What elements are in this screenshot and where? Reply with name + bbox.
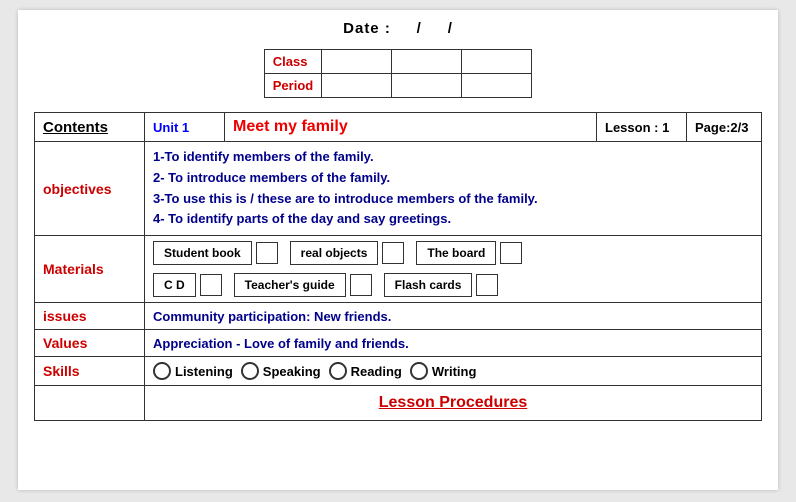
- student-book-checkbox[interactable]: [256, 242, 278, 264]
- objective-line-4: 4- To identify parts of the day and say …: [153, 209, 753, 230]
- material-real-objects: real objects: [290, 241, 405, 265]
- values-text: Appreciation - Love of family and friend…: [153, 336, 409, 351]
- class-val2[interactable]: [392, 50, 462, 74]
- skills-content: Listening Speaking Reading Writing: [153, 362, 753, 380]
- listening-label: Listening: [175, 364, 233, 379]
- cd-box: C D: [153, 273, 196, 297]
- speaking-label: Speaking: [263, 364, 321, 379]
- material-student-book: Student book: [153, 241, 278, 265]
- the-board-box: The board: [416, 241, 496, 265]
- objectives-row: objectives 1-To identify members of the …: [35, 142, 762, 236]
- speaking-circle[interactable]: [241, 362, 259, 380]
- objectives-content: 1-To identify members of the family. 2- …: [153, 147, 753, 230]
- procedures-row: Lesson Procedures: [35, 386, 762, 421]
- listening-circle[interactable]: [153, 362, 171, 380]
- objective-line-3: 3-To use this is / these are to introduc…: [153, 189, 753, 210]
- writing-label: Writing: [432, 364, 477, 379]
- real-objects-box: real objects: [290, 241, 379, 265]
- period-val2[interactable]: [392, 74, 462, 98]
- unit-label: Unit 1: [153, 120, 189, 135]
- values-label: Values: [35, 330, 145, 357]
- class-val1[interactable]: [322, 50, 392, 74]
- date-slash2: /: [448, 20, 453, 37]
- teachers-guide-checkbox[interactable]: [350, 274, 372, 296]
- reading-label: Reading: [351, 364, 402, 379]
- date-label: Date :: [343, 20, 391, 37]
- period-val1[interactable]: [322, 74, 392, 98]
- issues-label: issues: [35, 303, 145, 330]
- lesson-procedures-heading: Lesson Procedures: [153, 394, 753, 412]
- objectives-label: objectives: [35, 142, 145, 236]
- lesson-title: Meet my family: [233, 118, 348, 135]
- materials-content: Student book real objects The board: [145, 236, 762, 303]
- objective-line-2: 2- To introduce members of the family.: [153, 168, 753, 189]
- main-table: Contents Unit 1 Meet my family Lesson : …: [34, 112, 762, 421]
- writing-circle[interactable]: [410, 362, 428, 380]
- values-row: Values Appreciation - Love of family and…: [35, 330, 762, 357]
- page-label: Page:2/3: [695, 120, 748, 135]
- materials-row-1: Student book real objects The board: [153, 241, 753, 265]
- page: Date : / / Class Period: [18, 10, 778, 490]
- period-label: Period: [264, 74, 321, 98]
- class-period-section: Class Period: [34, 49, 762, 98]
- material-cd: C D: [153, 273, 222, 297]
- real-objects-checkbox[interactable]: [382, 242, 404, 264]
- the-board-checkbox[interactable]: [500, 242, 522, 264]
- materials-grid: Student book real objects The board: [153, 241, 753, 297]
- class-val3[interactable]: [462, 50, 532, 74]
- flash-cards-box: Flash cards: [384, 273, 473, 297]
- date-line: Date : / /: [34, 20, 762, 37]
- teachers-guide-box: Teacher's guide: [234, 273, 346, 297]
- skill-speaking: Speaking: [241, 362, 321, 380]
- cd-checkbox[interactable]: [200, 274, 222, 296]
- header-row: Contents Unit 1 Meet my family Lesson : …: [35, 113, 762, 142]
- skill-reading: Reading: [329, 362, 402, 380]
- procedures-empty-cell: [35, 386, 145, 421]
- period-val3[interactable]: [462, 74, 532, 98]
- skills-row: Skills Listening Speaking Reading: [35, 357, 762, 386]
- class-label: Class: [264, 50, 321, 74]
- skill-writing: Writing: [410, 362, 477, 380]
- materials-row: Materials Student book real objects: [35, 236, 762, 303]
- skill-listening: Listening: [153, 362, 233, 380]
- materials-label: Materials: [35, 236, 145, 303]
- flash-cards-checkbox[interactable]: [476, 274, 498, 296]
- objective-line-1: 1-To identify members of the family.: [153, 147, 753, 168]
- reading-circle[interactable]: [329, 362, 347, 380]
- date-slash1: /: [417, 20, 422, 37]
- class-period-table: Class Period: [264, 49, 532, 98]
- student-book-box: Student book: [153, 241, 252, 265]
- contents-heading: Contents: [43, 119, 108, 136]
- material-the-board: The board: [416, 241, 522, 265]
- lesson-label: Lesson : 1: [605, 120, 669, 135]
- material-flash-cards: Flash cards: [384, 273, 499, 297]
- issues-text: Community participation: New friends.: [153, 309, 391, 324]
- materials-row-2: C D Teacher's guide Flash cards: [153, 273, 753, 297]
- skills-label: Skills: [35, 357, 145, 386]
- material-teachers-guide: Teacher's guide: [234, 273, 372, 297]
- issues-row: issues Community participation: New frie…: [35, 303, 762, 330]
